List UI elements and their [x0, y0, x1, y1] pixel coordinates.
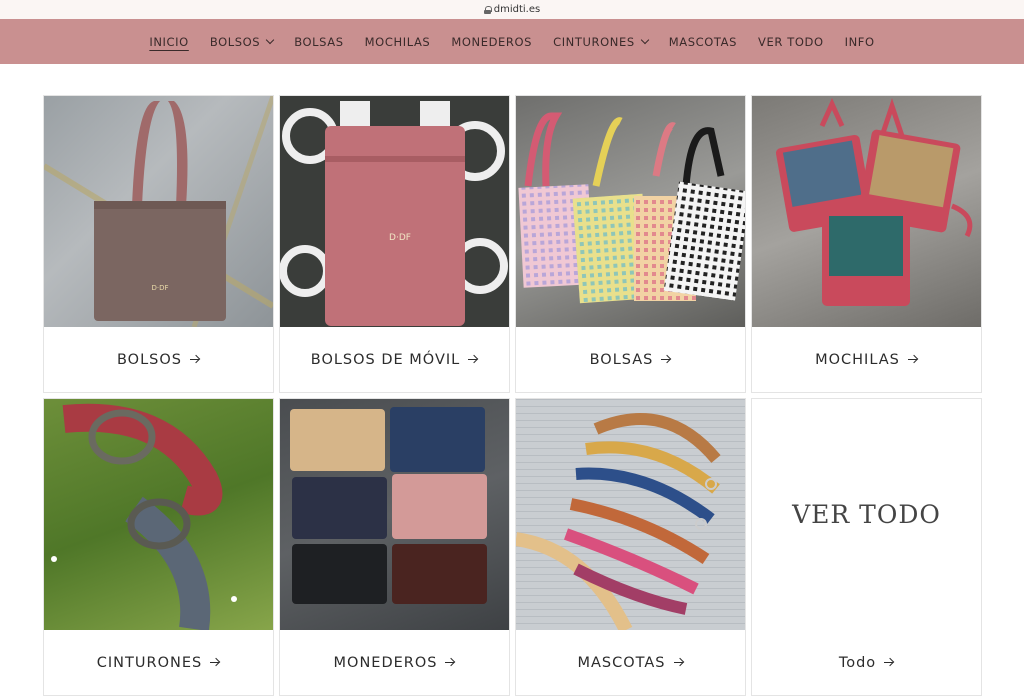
collection-image: [516, 96, 745, 327]
nav-label: MASCOTAS: [668, 34, 738, 49]
collection-caption: BOLSOS: [44, 327, 273, 392]
collection-card-cinturones[interactable]: CINTURONES: [43, 398, 274, 696]
nav-item-info[interactable]: INFO: [834, 35, 885, 49]
collection-image: D·DF: [44, 96, 273, 327]
nav-item-bolsas[interactable]: BOLSAS: [284, 35, 354, 49]
collection-title: Todo: [838, 654, 877, 671]
nav-label: CINTURONES: [553, 34, 635, 49]
collection-title: BOLSOS DE MÓVIL: [310, 351, 461, 368]
nav-label: VER TODO: [758, 34, 824, 49]
svg-text:D·DF: D·DF: [389, 233, 411, 243]
chevron-down-icon: [640, 35, 649, 44]
url-text: dmidti.es: [493, 4, 541, 15]
collection-image: [44, 399, 273, 630]
nav-label: BOLSOS: [209, 34, 261, 49]
arrow-right-icon: [884, 658, 894, 668]
collection-title: MONEDEROS: [333, 654, 438, 671]
nav-label: MOCHILAS: [364, 34, 431, 49]
main-navigation: INICIO BOLSOS BOLSAS MOCHILAS MONEDEROS …: [0, 19, 1024, 64]
arrow-right-icon: [661, 355, 671, 365]
collection-title: MASCOTAS: [577, 654, 666, 671]
collection-image: [516, 399, 745, 630]
collection-title: BOLSOS: [116, 351, 182, 368]
nav-label: BOLSAS: [294, 34, 344, 49]
arrow-right-icon: [210, 658, 220, 668]
ver-todo-placeholder: VER TODO: [792, 500, 941, 529]
collection-card-monederos[interactable]: MONEDEROS: [279, 398, 510, 696]
nav-label: INICIO: [149, 34, 189, 49]
arrow-right-icon: [445, 658, 455, 668]
collection-card-mochilas[interactable]: MOCHILAS: [751, 95, 982, 393]
collection-image: [752, 96, 981, 327]
arrow-right-icon: [907, 355, 918, 365]
collection-image: D·DF: [280, 96, 509, 327]
collection-card-bolsas[interactable]: BOLSAS: [515, 95, 746, 393]
nav-item-ver-todo[interactable]: VER TODO: [748, 35, 835, 49]
nav-item-monederos[interactable]: MONEDEROS: [441, 35, 543, 49]
collection-title: CINTURONES: [96, 654, 203, 671]
collection-caption: MONEDEROS: [280, 630, 509, 695]
arrow-right-icon: [468, 355, 478, 365]
collection-grid: D·DF BOLSOS D·DF BOLSOS DE MÓVIL BOLSAS …: [43, 95, 982, 696]
nav-label: MONEDEROS: [451, 34, 533, 49]
collection-caption: CINTURONES: [44, 630, 273, 695]
lock-icon: [483, 5, 492, 14]
arrow-right-icon: [673, 658, 684, 668]
collection-image: [280, 399, 509, 630]
svg-text:D·DF: D·DF: [151, 284, 168, 292]
collection-title: MOCHILAS: [815, 351, 900, 368]
collection-caption: Todo: [752, 630, 981, 695]
chevron-down-icon: [265, 35, 275, 44]
nav-label: INFO: [844, 34, 875, 49]
collection-card-mascotas[interactable]: MASCOTAS: [515, 398, 746, 696]
nav-item-bolsos[interactable]: BOLSOS: [199, 35, 283, 49]
collection-caption: BOLSAS: [516, 327, 745, 392]
browser-url-bar[interactable]: dmidti.es: [0, 0, 1024, 19]
collection-card-bolsos-de-movil[interactable]: D·DF BOLSOS DE MÓVIL: [279, 95, 510, 393]
nav-item-cinturones[interactable]: CINTURONES: [543, 35, 659, 49]
nav-item-inicio[interactable]: INICIO: [139, 35, 199, 49]
arrow-right-icon: [190, 355, 200, 365]
collection-caption: MOCHILAS: [752, 327, 981, 392]
collection-caption: MASCOTAS: [516, 630, 745, 695]
nav-item-mascotas[interactable]: MASCOTAS: [658, 35, 747, 49]
collection-card-todo[interactable]: VER TODO Todo: [751, 398, 982, 696]
collection-card-bolsos[interactable]: D·DF BOLSOS: [43, 95, 274, 393]
nav-item-mochilas[interactable]: MOCHILAS: [354, 35, 441, 49]
collection-title: BOLSAS: [589, 351, 654, 368]
collection-caption: BOLSOS DE MÓVIL: [280, 327, 509, 392]
